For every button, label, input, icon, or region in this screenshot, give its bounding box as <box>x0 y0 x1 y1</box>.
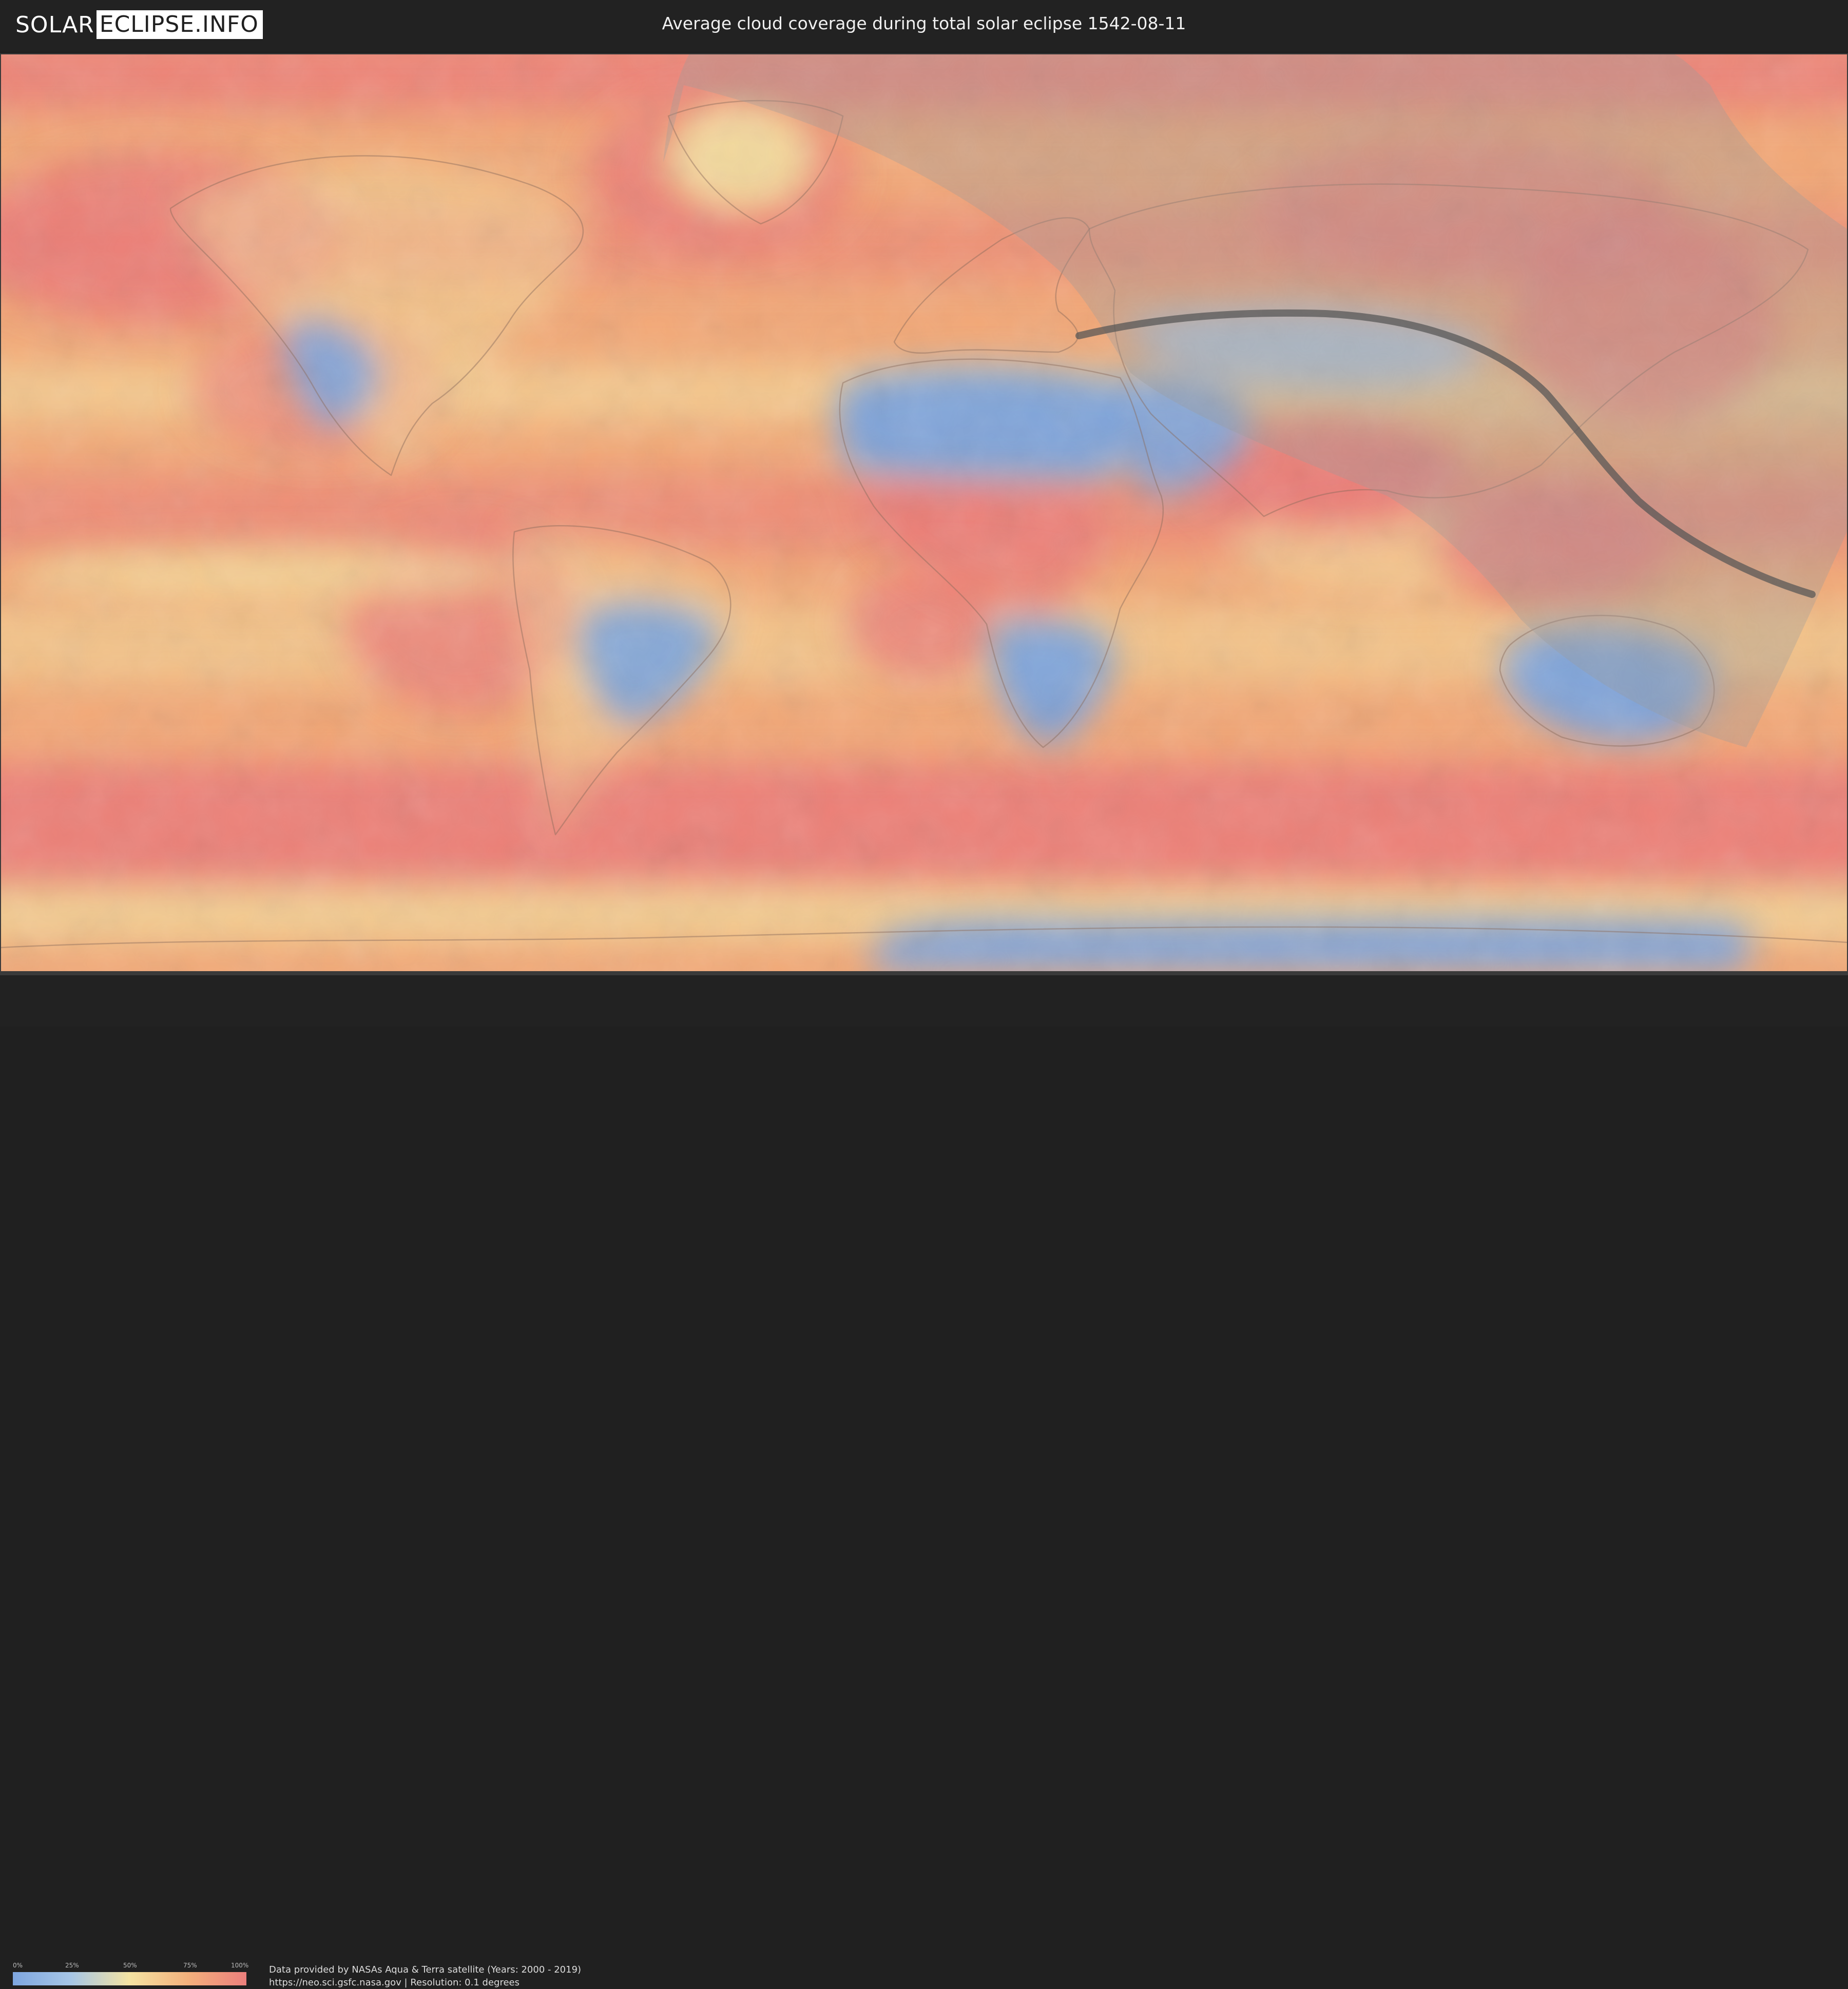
legend-tick-75: 75% <box>183 1962 197 1969</box>
header-bar: SOLAR ECLIPSE.INFO Average cloud coverag… <box>0 0 1848 51</box>
credit-line-source: Data provided by NASAs Aqua & Terra sate… <box>269 1964 582 1975</box>
legend-tick-100: 100% <box>231 1962 249 1969</box>
cloud-coverage-map[interactable] <box>1 54 1847 971</box>
credit-line-url: https://neo.sci.gsfc.nasa.gov | Resoluti… <box>269 1977 519 1988</box>
legend-tick-25: 25% <box>65 1962 79 1969</box>
legend-gradient-bar <box>13 1972 246 1985</box>
legend-tick-50: 50% <box>123 1962 137 1969</box>
data-credit: Data provided by NASAs Aqua & Terra sate… <box>269 1963 581 1989</box>
footer-bar: 0% 25% 50% 75% 100% Data provided by NAS… <box>0 975 1848 1988</box>
legend-tick-0: 0% <box>13 1962 23 1969</box>
map-frame <box>0 53 1848 975</box>
page-title: Average cloud coverage during total sola… <box>662 13 1186 33</box>
